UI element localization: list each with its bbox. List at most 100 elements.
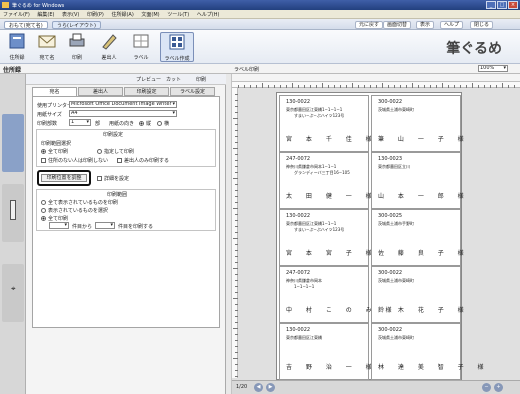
skip-no-address[interactable]: 住所のない人は印刷しない: [41, 157, 108, 164]
sender-only[interactable]: 差出人のみ印刷する: [117, 157, 169, 164]
range-select-radio[interactable]: [97, 149, 102, 154]
ruler-tick: [478, 85, 479, 88]
minimize-button[interactable]: _: [486, 1, 496, 9]
side-tab-list[interactable]: [2, 184, 24, 242]
ruler-tick: [235, 232, 238, 233]
close-button[interactable]: ×: [508, 1, 518, 9]
tab-label-settings[interactable]: ラベル設定: [170, 87, 215, 96]
tab-sender[interactable]: 差出人: [78, 87, 123, 96]
menu-tools[interactable]: ツール(T): [164, 10, 192, 18]
label-zip: 300-0022: [378, 270, 403, 276]
undo-button[interactable]: 元に戻す: [355, 21, 384, 29]
ruler-tick: [235, 352, 238, 353]
side-tab-settings[interactable]: [2, 114, 24, 172]
ribbon-sender[interactable]: 差出人: [96, 32, 122, 62]
label-card[interactable]: 300-0025 茨城県土浦市手野町佐 藤 良 子 様: [371, 209, 464, 266]
ribbon-label-create[interactable]: ラベル作成: [160, 32, 194, 62]
menu-print[interactable]: 印刷(P): [84, 10, 107, 18]
help-button[interactable]: ヘルプ: [440, 21, 464, 29]
range2-option-1[interactable]: 全て表示されているものを印刷: [41, 199, 118, 206]
ruler-tick: [268, 85, 269, 88]
label-card[interactable]: 130-0022 東京都墨田区江東橋1−1−1−1 すまい−ぷ−ぷハイツ123号宮 …: [279, 95, 372, 152]
ruler-tick: [235, 196, 238, 197]
ruler-tick: [235, 292, 238, 293]
label-card[interactable]: 300-0022 茨城県土浦市東崎町筆 山 一 子 様: [371, 95, 464, 152]
ruler-tick: [406, 85, 407, 88]
printer-select[interactable]: Microsoft Office Document Image Writer: [69, 101, 177, 108]
tab-back[interactable]: うら(レイアウト): [52, 21, 101, 29]
label-card[interactable]: 130-0022 東京都墨田区江東橋1−1−1 すまい−ぷ−ぷハイツ123号宮 本 …: [279, 209, 372, 266]
skip-no-address-checkbox[interactable]: [41, 158, 46, 163]
menu-help[interactable]: ヘルプ(H): [194, 10, 223, 18]
menu-bar: ファイル(F) 編集(E) 表示(V) 印刷(P) 住所録(A) 文面(M) ツ…: [0, 10, 520, 19]
printer-label: 使用プリンター: [37, 103, 73, 109]
portrait-radio[interactable]: [139, 121, 144, 126]
ribbon-label[interactable]: ラベル: [128, 32, 154, 62]
range-to-input[interactable]: [95, 222, 115, 229]
label-name: 宮 本 千 佳 様: [286, 136, 378, 143]
ruler-tick: [235, 286, 238, 287]
ruler-tick: [436, 85, 437, 88]
menu-address[interactable]: 住所録(A): [108, 10, 136, 18]
label-address: 茨城県土浦市東崎町: [378, 278, 414, 283]
range-select[interactable]: 指定して印刷: [97, 148, 134, 155]
tab-addressee[interactable]: 宛名: [32, 87, 77, 96]
range-all[interactable]: 全て印刷: [41, 148, 68, 155]
side-tab-address[interactable]: ⌖: [2, 264, 24, 322]
prev-page-icon[interactable]: ◀: [254, 383, 263, 392]
maximize-button[interactable]: □: [497, 1, 507, 9]
label-card[interactable]: 300-0022 茨城県土浦市東崎町鈴 木 花 子 様: [371, 266, 464, 323]
menu-text[interactable]: 文面(M): [138, 10, 162, 18]
view-button[interactable]: 表示: [416, 21, 435, 29]
close-view-button[interactable]: 閉じる: [470, 21, 494, 29]
ribbon-addressee[interactable]: 宛て名: [34, 32, 60, 62]
envelope-icon: [38, 35, 56, 48]
zoom-in-icon[interactable]: +: [494, 383, 503, 392]
tab-front[interactable]: おもて(宛て名): [4, 21, 48, 29]
direction-landscape[interactable]: 横: [157, 120, 169, 127]
menu-edit[interactable]: 編集(E): [34, 10, 57, 18]
ruler-tick: [235, 256, 238, 257]
detail-settings[interactable]: 詳細を設定: [97, 175, 129, 182]
work-bar: 住所録 ラベル印刷 100%: [0, 64, 520, 74]
range-from-input[interactable]: [49, 222, 69, 229]
range2-option-3[interactable]: 全て印刷: [41, 215, 68, 222]
switch-screen-button[interactable]: 画面切替: [383, 21, 412, 29]
zoom-out-icon[interactable]: −: [482, 383, 491, 392]
ruler-tick: [235, 172, 238, 173]
menu-file[interactable]: ファイル(F): [0, 10, 33, 18]
label-card[interactable]: 130-0022 東京都墨田区江東橋吉 野 治 一 様: [279, 323, 372, 380]
range2-radio-1[interactable]: [41, 200, 46, 205]
ruler-tick: [250, 85, 251, 88]
ruler-tick: [235, 112, 238, 113]
left-side-bar: ⌖: [0, 74, 26, 394]
label-card[interactable]: 247-0072 神奈川県鎌倉市岡本1−1−1 グランディーバ三丁目16−105 太 …: [279, 152, 372, 209]
print-settings-group: 印刷設定 印刷範囲選択 全て印刷 指定して印刷 住所のない人は印刷しない 差出人…: [36, 129, 216, 167]
ribbon-address-book[interactable]: 住所録: [4, 32, 30, 62]
cut-button[interactable]: カット: [166, 76, 181, 83]
label-card[interactable]: 130-0023 東京都墨田区立川山 本 一 郎 様: [371, 152, 464, 209]
sender-only-checkbox[interactable]: [117, 158, 122, 163]
range-all-radio[interactable]: [41, 149, 46, 154]
direction-portrait[interactable]: 縦: [139, 120, 151, 127]
next-page-icon[interactable]: ▶: [266, 383, 275, 392]
detail-settings-checkbox[interactable]: [97, 176, 102, 181]
range2-radio-3[interactable]: [41, 216, 46, 221]
label-card[interactable]: 300-0022 茨城県土浦市東崎町林 達 美 智 子 様: [371, 323, 484, 380]
ruler-tick: [235, 370, 238, 371]
zoom-select[interactable]: 100%: [478, 65, 508, 72]
copies-input[interactable]: 1: [69, 119, 91, 126]
tab-print-settings[interactable]: 印刷設定: [124, 87, 169, 96]
print-button[interactable]: 印刷: [196, 76, 206, 83]
label-name: 筆 山 一 子 様: [378, 136, 470, 143]
preview-button[interactable]: プレビュー: [136, 76, 161, 83]
landscape-radio[interactable]: [157, 121, 162, 126]
paper-size-select[interactable]: A4: [69, 110, 177, 117]
range2-option-2[interactable]: 表示されているものを選択: [41, 207, 108, 214]
menu-view[interactable]: 表示(V): [59, 10, 82, 18]
label-card[interactable]: 247-0072 神奈川県鎌倉市岡本 1−1−1−1 中 村 こ の み 様: [279, 266, 392, 323]
ribbon-print[interactable]: 印刷: [64, 32, 90, 62]
ruler-tick: [235, 376, 238, 377]
range2-radio-2[interactable]: [41, 208, 46, 213]
ruler-tick: [233, 118, 238, 119]
